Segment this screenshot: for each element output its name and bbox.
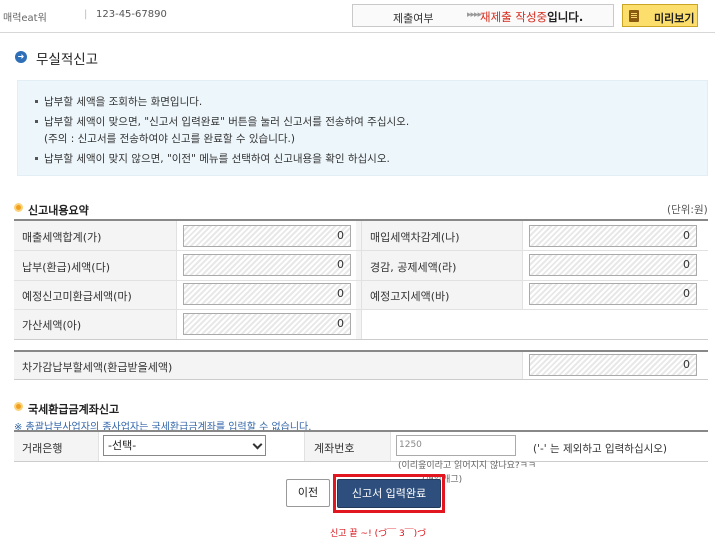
section-bullet-icon <box>14 203 23 212</box>
status-label: 제출여부 <box>393 12 434 25</box>
status-value-suffix: 입니다. <box>547 10 584 24</box>
status-value: 재제출 작성중입니다. <box>480 9 583 25</box>
notified-tax-label: 예정고지세액(바) <box>370 290 450 303</box>
submission-status-box: 제출여부 ▸▸▸▸ 재제출 작성중입니다. <box>352 4 614 27</box>
document-icon <box>629 10 639 22</box>
account-number-label: 계좌번호 <box>314 442 355 455</box>
arrows-icon: ▸▸▸▸ <box>467 10 482 20</box>
col-divider <box>176 221 177 339</box>
deduction-tax-value: 0 <box>529 254 697 276</box>
header-separator: | <box>84 9 88 20</box>
summary-title: 신고내용요약 <box>28 204 89 217</box>
col-divider <box>98 432 99 461</box>
submit-report-button[interactable]: 신고서 입력완료 <box>337 479 441 508</box>
chevron-down-icon <box>252 439 263 450</box>
bank-select[interactable]: -선택- <box>103 435 266 456</box>
previous-button[interactable]: 이전 <box>286 479 330 507</box>
account-hint: ('-' 는 제외하고 입력하십시오) <box>533 443 668 455</box>
payable-tax-label: 납부(환급)세액(다) <box>22 261 111 274</box>
refund-account-title: 국세환급금계좌신고 <box>28 403 120 416</box>
info-line-4: 납부할 세액이 맞지 않으면, "이전" 메뉴를 선택하여 신고내용을 확인 하… <box>44 153 390 165</box>
unit-label: (단위:원) <box>667 204 708 216</box>
unrefunded-tax-label: 예정신고미환급세액(마) <box>22 290 132 303</box>
col-divider <box>522 221 523 309</box>
bullet-icon <box>35 120 38 123</box>
unrefunded-tax-value: 0 <box>183 283 351 305</box>
empty-cell <box>361 310 708 339</box>
preview-button-label: 미리보기 <box>654 12 695 25</box>
additional-tax-label: 가산세액(아) <box>22 319 82 332</box>
additional-tax-value: 0 <box>183 313 351 335</box>
purchase-tax-value: 0 <box>529 225 697 247</box>
sales-tax-total-value: 0 <box>183 225 351 247</box>
joke-line-1: (이리읖이라고 읽어지지 않나요?ㅋㅋ <box>398 461 537 471</box>
business-number: 123-45-67890 <box>96 9 167 20</box>
notified-tax-value: 0 <box>529 283 697 305</box>
bullet-icon <box>35 100 38 103</box>
info-line-3: (주의 : 신고서를 전송하여야 신고를 완료할 수 있습니다.) <box>44 133 295 145</box>
col-divider <box>304 432 305 461</box>
preview-button[interactable]: 미리보기 <box>622 4 698 27</box>
bullet-icon <box>35 157 38 160</box>
net-payable-value: 0 <box>529 354 697 376</box>
footer-note: 신고 끝 ~! (づ￣ 3￣)づ <box>330 529 427 539</box>
bank-label: 거래은행 <box>22 442 63 455</box>
section-bullet-icon <box>14 402 23 411</box>
purchase-tax-label: 매입세액차감계(나) <box>370 231 460 244</box>
bank-select-value: -선택- <box>108 439 137 452</box>
app-name: 매력eat워 <box>3 13 47 24</box>
top-bar: 매력eat워 | 123-45-67890 제출여부 ▸▸▸▸ 재제출 작성중입… <box>0 0 715 33</box>
sales-tax-total-label: 매출세액합계(가) <box>22 231 102 244</box>
col-divider <box>361 221 362 339</box>
title-arrow-icon: ➜ <box>15 51 27 63</box>
deduction-tax-label: 경감, 공제세액(라) <box>370 261 457 274</box>
status-value-highlight: 재제출 작성중 <box>480 10 548 24</box>
info-line-1: 납부할 세액을 조회하는 화면입니다. <box>44 96 203 108</box>
info-line-2: 납부할 세액이 맞으면, "신고서 입력완료" 버튼을 눌러 신고서를 전송하여… <box>44 116 410 128</box>
col-divider <box>522 352 523 379</box>
net-payable-label: 차가감납부할세액(환급받을세액) <box>22 361 173 374</box>
payable-tax-value: 0 <box>183 254 351 276</box>
page-title: 무실적신고 <box>36 52 99 68</box>
col-divider <box>390 432 391 461</box>
info-box: 납부할 세액을 조회하는 화면입니다. 납부할 세액이 맞으면, "신고서 입력… <box>17 80 708 176</box>
account-number-input[interactable]: 1250 <box>396 435 516 456</box>
